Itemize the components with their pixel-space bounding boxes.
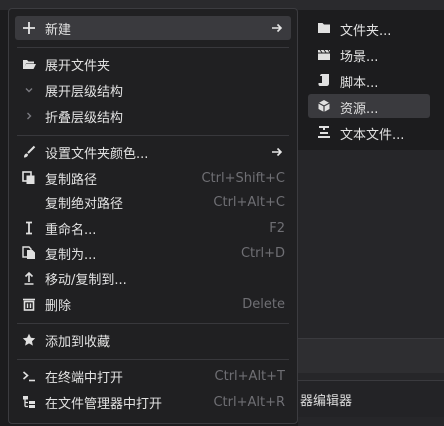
text-cursor-icon: [21, 220, 37, 236]
menu-item-delete[interactable]: 删除 Delete: [15, 292, 291, 316]
arrow-right-icon: [271, 146, 283, 158]
submenu-item-script[interactable]: 脚本...: [308, 68, 430, 92]
new-submenu: 文件夹... 场景... 脚本... 资源... 文本文件...: [308, 10, 434, 148]
folder-icon: [316, 20, 332, 36]
context-menu: 新建 展开文件夹 展开层级结构 折叠层级结构 设置文件夹颜色... 复制路径 C…: [8, 8, 298, 424]
menu-label-collapse-hierarchy: 折叠层级结构: [45, 110, 124, 126]
menu-item-new[interactable]: 新建: [15, 16, 291, 40]
menu-item-open-terminal[interactable]: 在终端中打开 Ctrl+Alt+T: [15, 364, 291, 388]
submenu-item-scene[interactable]: 场景...: [308, 42, 430, 66]
menu-label-set-folder-color: 设置文件夹颜色...: [45, 146, 149, 162]
menu-label-open-file-manager: 在文件管理器中打开: [45, 396, 163, 412]
menu-item-duplicate[interactable]: 复制为... Ctrl+D: [15, 241, 291, 265]
menu-label-copy-path: 复制路径: [45, 172, 98, 188]
shortcut-copy-path: Ctrl+Shift+C: [201, 170, 285, 186]
menu-label-duplicate: 复制为...: [45, 247, 97, 263]
menu-item-rename[interactable]: 重命名... F2: [15, 216, 291, 240]
submenu-label-scene: 场景...: [340, 50, 379, 65]
menu-item-copy-absolute-path[interactable]: 复制绝对路径 Ctrl+Alt+C: [15, 190, 291, 214]
trash-icon: [21, 296, 37, 312]
separator: [17, 47, 289, 48]
submenu-item-text-file[interactable]: 文本文件...: [308, 120, 430, 144]
chevron-down-icon: [21, 82, 37, 98]
arrow-right-icon: [271, 22, 283, 34]
menu-label-expand-folder: 展开文件夹: [45, 58, 111, 74]
clapperboard-icon: [316, 46, 332, 62]
menu-item-expand-folder[interactable]: 展开文件夹: [15, 52, 291, 76]
move-up-icon: [21, 270, 37, 286]
menu-label-rename: 重命名...: [45, 222, 97, 238]
separator: [17, 359, 289, 360]
shortcut-open-terminal: Ctrl+Alt+T: [214, 368, 285, 384]
shortcut-rename: F2: [269, 220, 285, 236]
shortcut-duplicate: Ctrl+D: [240, 245, 285, 261]
star-icon: [21, 332, 37, 348]
submenu-label-script: 脚本...: [340, 76, 379, 91]
filesystem-icon: [21, 394, 37, 410]
menu-label-add-favorite: 添加到收藏: [45, 334, 111, 350]
submenu-label-folder: 文件夹...: [340, 24, 392, 39]
menu-item-collapse-hierarchy[interactable]: 折叠层级结构: [15, 104, 291, 128]
background-band: [298, 338, 444, 373]
duplicate-icon: [21, 245, 37, 261]
shortcut-delete: Delete: [242, 296, 285, 312]
submenu-item-resource[interactable]: 资源...: [308, 94, 430, 118]
menu-item-move-copy[interactable]: 移动/复制到...: [15, 266, 291, 290]
menu-label-new: 新建: [45, 22, 72, 38]
menu-item-add-favorite[interactable]: 添加到收藏: [15, 328, 291, 352]
plus-icon: [21, 20, 37, 36]
folder-open-icon: [21, 56, 37, 72]
menu-label-open-terminal: 在终端中打开: [45, 370, 124, 386]
editor-tab-label: 器编辑器: [300, 394, 353, 409]
menu-label-expand-hierarchy: 展开层级结构: [45, 84, 124, 100]
chevron-right-icon: [21, 108, 37, 124]
menu-label-copy-absolute-path: 复制绝对路径: [45, 196, 124, 212]
menu-item-copy-path[interactable]: 复制路径 Ctrl+Shift+C: [15, 166, 291, 190]
menu-item-open-file-manager[interactable]: 在文件管理器中打开 Ctrl+Alt+R: [15, 390, 291, 414]
text-file-icon: [316, 124, 332, 140]
submenu-item-folder[interactable]: 文件夹...: [308, 16, 430, 40]
separator: [17, 323, 289, 324]
shortcut-copy-absolute-path: Ctrl+Alt+C: [213, 194, 285, 210]
submenu-label-resource: 资源...: [340, 102, 379, 117]
menu-item-set-folder-color[interactable]: 设置文件夹颜色...: [15, 140, 291, 164]
separator: [17, 135, 289, 136]
menu-label-delete: 删除: [45, 298, 72, 314]
script-icon: [316, 72, 332, 88]
copy-icon: [21, 170, 37, 186]
menu-item-expand-hierarchy[interactable]: 展开层级结构: [15, 78, 291, 102]
submenu-label-text-file: 文本文件...: [340, 128, 405, 143]
cube-icon: [316, 98, 332, 114]
brush-icon: [21, 144, 37, 160]
menu-label-move-copy: 移动/复制到...: [45, 272, 127, 288]
shortcut-open-file-manager: Ctrl+Alt+R: [213, 394, 285, 410]
terminal-icon: [21, 368, 37, 384]
